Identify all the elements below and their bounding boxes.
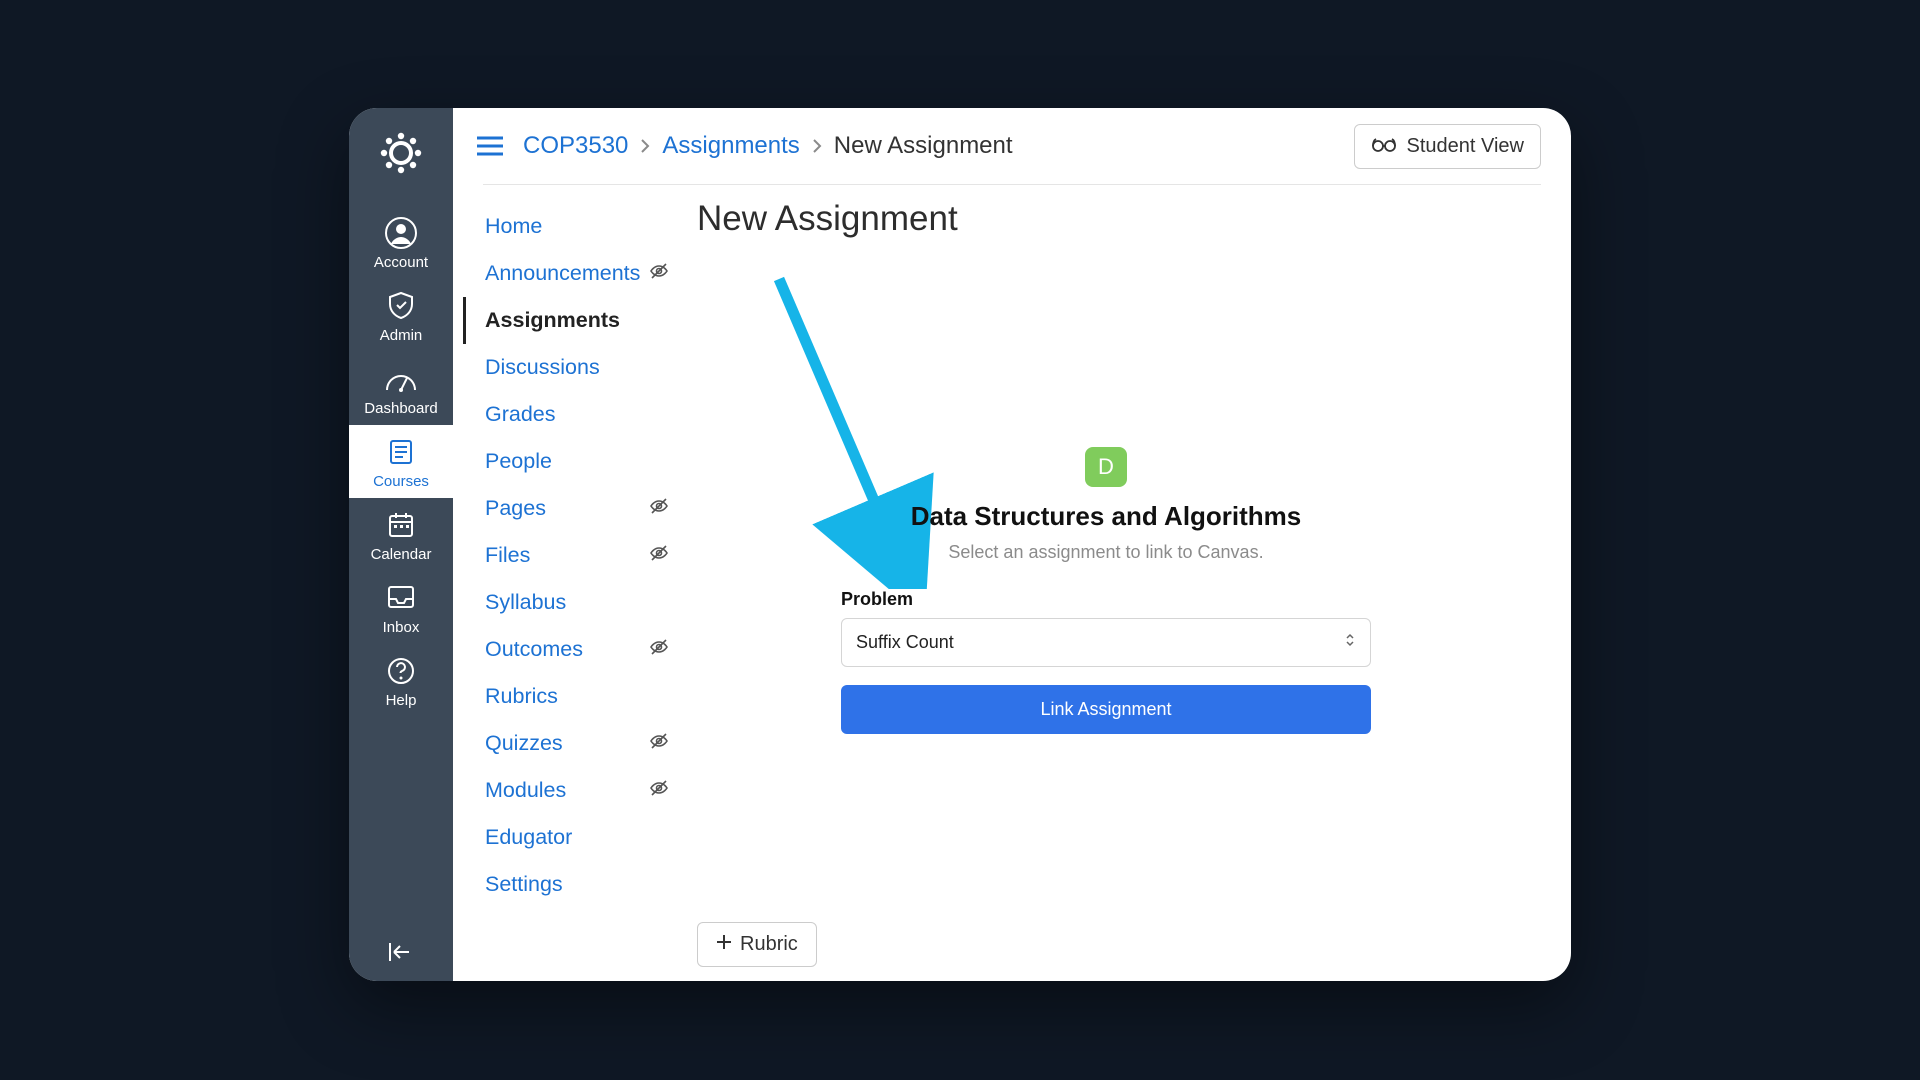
hidden-eye-icon <box>649 731 669 757</box>
course-nav-label: Discussions <box>485 355 600 380</box>
link-assignment-button[interactable]: Link Assignment <box>841 685 1371 734</box>
gn-inbox-label: Inbox <box>383 619 420 636</box>
course-nav-item[interactable]: Files <box>463 532 697 579</box>
link-assignment-card: D Data Structures and Algorithms Select … <box>841 447 1371 734</box>
gn-calendar-label: Calendar <box>371 546 432 563</box>
course-nav-label: Home <box>485 214 542 239</box>
course-nav-item[interactable]: Announcements <box>463 250 697 297</box>
course-nav-item[interactable]: Outcomes <box>463 626 697 673</box>
course-nav-item[interactable]: Edugator <box>463 814 697 861</box>
module-subtitle: Select an assignment to link to Canvas. <box>948 542 1263 563</box>
hidden-eye-icon <box>649 496 669 522</box>
page-content: New Assignment D Data Structures and Alg… <box>697 185 1571 981</box>
main-panel: COP3530 Assignments New Assignment Stude… <box>453 108 1571 981</box>
gn-inbox[interactable]: Inbox <box>349 571 453 644</box>
help-icon <box>384 654 418 688</box>
hidden-eye-icon <box>649 543 669 569</box>
gn-help[interactable]: Help <box>349 644 453 717</box>
module-title: Data Structures and Algorithms <box>911 501 1302 532</box>
gn-account[interactable]: Account <box>349 206 453 279</box>
course-nav-label: Quizzes <box>485 731 563 756</box>
course-nav-label: Announcements <box>485 261 640 286</box>
account-icon <box>384 216 418 250</box>
select-chevron-icon <box>1344 631 1356 654</box>
course-nav-item[interactable]: Rubrics <box>463 673 697 720</box>
content-row: Home Announcements Assignments Discussions G… <box>453 185 1571 981</box>
student-view-label: Student View <box>1407 135 1525 158</box>
gn-calendar[interactable]: Calendar <box>349 498 453 571</box>
course-nav-label: People <box>485 449 552 474</box>
course-nav-label: Assignments <box>485 308 620 333</box>
course-nav: Home Announcements Assignments Discussions G… <box>453 185 697 981</box>
gn-account-label: Account <box>374 254 428 271</box>
hidden-eye-icon <box>649 778 669 804</box>
course-nav-label: Files <box>485 543 530 568</box>
course-nav-label: Syllabus <box>485 590 566 615</box>
inbox-icon <box>384 581 418 615</box>
module-badge: D <box>1085 447 1127 487</box>
course-nav-item[interactable]: People <box>463 438 697 485</box>
gn-admin[interactable]: Admin <box>349 279 453 352</box>
chevron-right-icon <box>640 138 650 154</box>
breadcrumb-current: New Assignment <box>834 132 1013 160</box>
course-nav-item[interactable]: Quizzes <box>463 720 697 767</box>
rubric-label: Rubric <box>740 933 798 956</box>
course-nav-item[interactable]: Settings <box>463 861 697 908</box>
calendar-icon <box>384 508 418 542</box>
problem-selected-value: Suffix Count <box>856 632 954 653</box>
gn-dashboard-label: Dashboard <box>364 400 437 417</box>
gn-courses[interactable]: Courses <box>349 425 453 498</box>
breadcrumb: COP3530 Assignments New Assignment <box>523 132 1013 160</box>
course-nav-label: Pages <box>485 496 546 521</box>
course-nav-item[interactable]: Discussions <box>463 344 697 391</box>
breadcrumb-course[interactable]: COP3530 <box>523 132 628 160</box>
collapse-nav-button[interactable] <box>349 941 453 963</box>
hamburger-icon[interactable] <box>475 131 505 161</box>
dashboard-icon <box>384 362 418 396</box>
gn-courses-label: Courses <box>373 473 429 490</box>
course-nav-label: Outcomes <box>485 637 583 662</box>
student-view-button[interactable]: Student View <box>1354 124 1542 169</box>
hidden-eye-icon <box>649 261 669 287</box>
gn-dashboard[interactable]: Dashboard <box>349 352 453 425</box>
admin-icon <box>384 289 418 323</box>
problem-select[interactable]: Suffix Count <box>841 618 1371 667</box>
course-nav-label: Modules <box>485 778 566 803</box>
course-nav-label: Grades <box>485 402 556 427</box>
plus-icon <box>716 933 732 956</box>
add-rubric-button[interactable]: Rubric <box>697 922 817 967</box>
course-nav-item[interactable]: Syllabus <box>463 579 697 626</box>
course-nav-item[interactable]: Assignments <box>463 297 697 344</box>
page-title: New Assignment <box>697 199 1541 239</box>
hidden-eye-icon <box>649 637 669 663</box>
problem-label: Problem <box>841 589 913 610</box>
course-nav-label: Rubrics <box>485 684 558 709</box>
app-window: Account Admin Dashboard Courses Calendar <box>349 108 1571 981</box>
canvas-logo[interactable] <box>376 126 426 180</box>
global-nav: Account Admin Dashboard Courses Calendar <box>349 108 453 981</box>
course-nav-label: Settings <box>485 872 563 897</box>
course-nav-label: Edugator <box>485 825 572 850</box>
course-nav-item[interactable]: Grades <box>463 391 697 438</box>
chevron-right-icon <box>812 138 822 154</box>
course-nav-item[interactable]: Home <box>463 203 697 250</box>
glasses-icon <box>1371 135 1397 158</box>
course-nav-item[interactable]: Modules <box>463 767 697 814</box>
breadcrumb-section[interactable]: Assignments <box>662 132 799 160</box>
gn-admin-label: Admin <box>380 327 423 344</box>
course-nav-item[interactable]: Pages <box>463 485 697 532</box>
courses-icon <box>384 435 418 469</box>
gn-help-label: Help <box>386 692 417 709</box>
topbar: COP3530 Assignments New Assignment Stude… <box>453 108 1571 184</box>
